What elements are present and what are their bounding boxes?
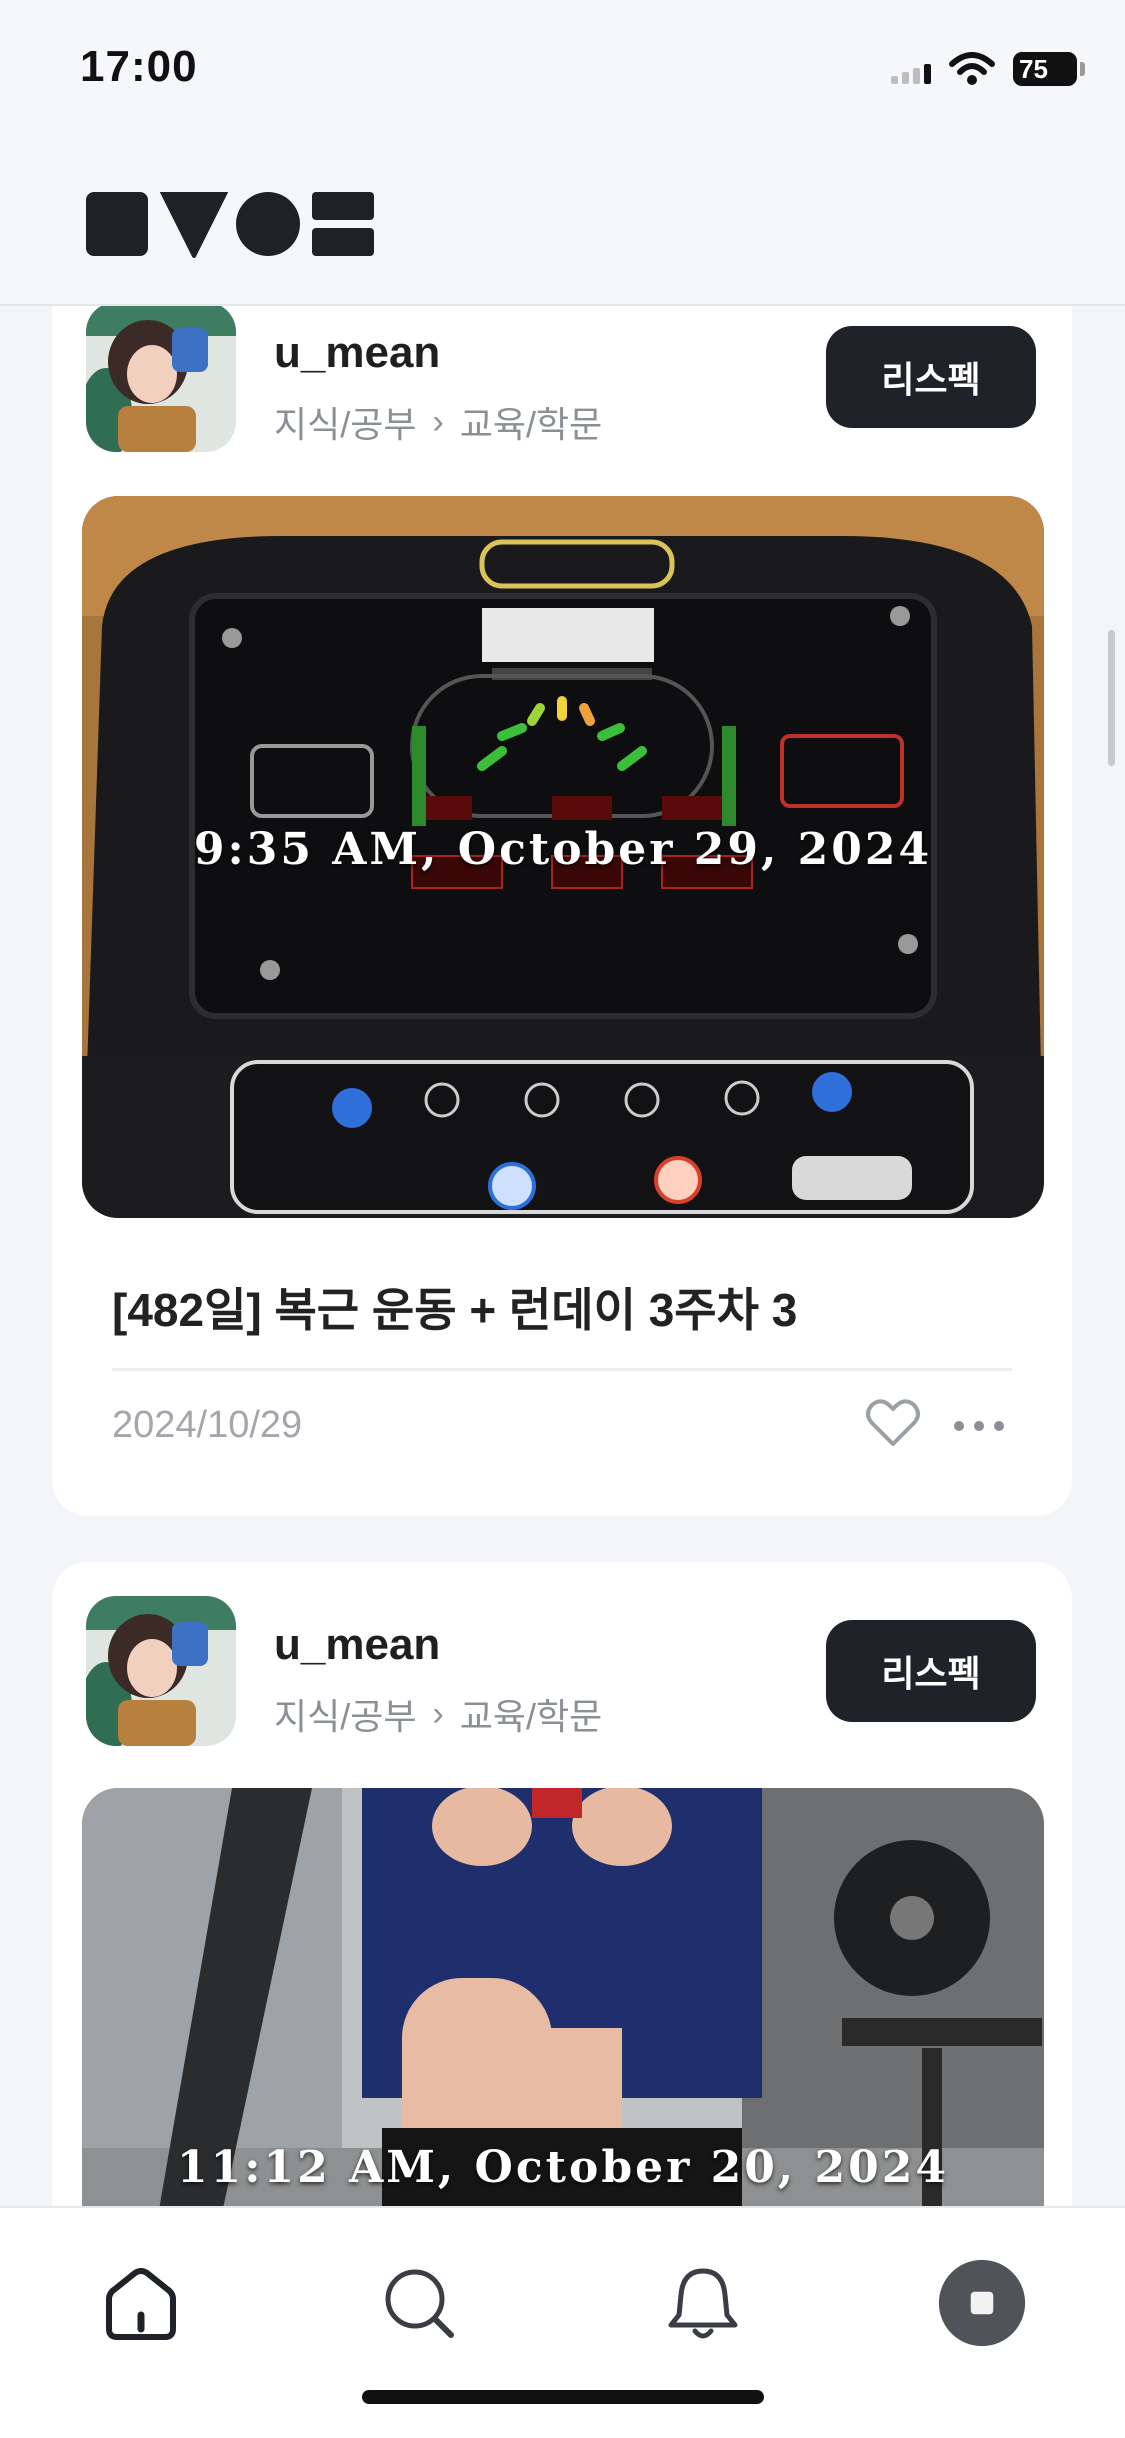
cellular-signal-icon [891,54,931,84]
subcategory-label: 교육/학문 [459,1696,603,1737]
scrollbar[interactable] [1108,630,1115,766]
post-category[interactable]: 지식/공부 › 교육/학문 [274,1688,602,1740]
respect-button[interactable]: 리스펙 [826,1620,1036,1722]
category-label: 지식/공부 [274,404,417,445]
app-header [0,130,1125,306]
chevron-right-icon: › [432,402,444,441]
battery-level: 75 [1019,53,1048,84]
post-card[interactable]: u_mean 지식/공부 › 교육/학문 리스펙 [52,1562,1072,2206]
status-time: 17:00 [80,42,198,91]
subcategory-label: 교육/학문 [459,404,603,445]
status-indicators: 75 [891,46,1085,92]
search-icon [385,2269,454,2338]
home-indicator[interactable] [362,2390,764,2404]
post-feed[interactable]: u_mean 지식/공부 › 교육/학문 리스펙 9:35 AM, Octobe… [0,306,1125,2206]
author-avatar[interactable] [86,1596,236,1746]
category-label: 지식/공부 [274,1696,417,1737]
author-name[interactable]: u_mean [274,328,440,378]
brand-logo-icon[interactable] [86,192,376,258]
status-bar: 17:00 75 [0,0,1125,130]
author-name[interactable]: u_mean [274,1620,440,1670]
wifi-icon [949,52,995,85]
post-category[interactable]: 지식/공부 › 교육/학문 [274,396,602,448]
post-card[interactable]: u_mean 지식/공부 › 교육/학문 리스펙 [52,306,1072,1516]
tab-home[interactable] [96,2258,186,2348]
more-options-icon[interactable] [950,1416,1008,1436]
respect-button[interactable]: 리스펙 [826,326,1036,428]
divider [112,1368,1012,1371]
photo-timestamp: 11:12 AM, October 20, 2024 [177,2142,949,2193]
post-date: 2024/10/29 [112,1404,303,1446]
post-photo[interactable]: 11:12 AM, October 20, 2024 [82,1788,1044,2206]
post-title[interactable]: [482일] 복근 운동 + 런데이 3주차 3 [112,1274,797,1340]
tab-search[interactable] [374,2258,464,2348]
post-photo[interactable]: 9:35 AM, October 29, 2024 [82,496,1044,1218]
heart-icon[interactable] [864,1396,922,1450]
author-avatar[interactable] [86,306,236,452]
bell-icon [668,2268,738,2339]
tab-notifications[interactable] [658,2258,748,2348]
chevron-right-icon: › [432,1694,444,1733]
home-icon [106,2268,176,2340]
profile-icon [938,2259,1026,2347]
photo-timestamp: 9:35 AM, October 29, 2024 [193,824,933,875]
tab-profile[interactable] [937,2258,1027,2348]
battery-icon: 75 [1013,52,1085,86]
